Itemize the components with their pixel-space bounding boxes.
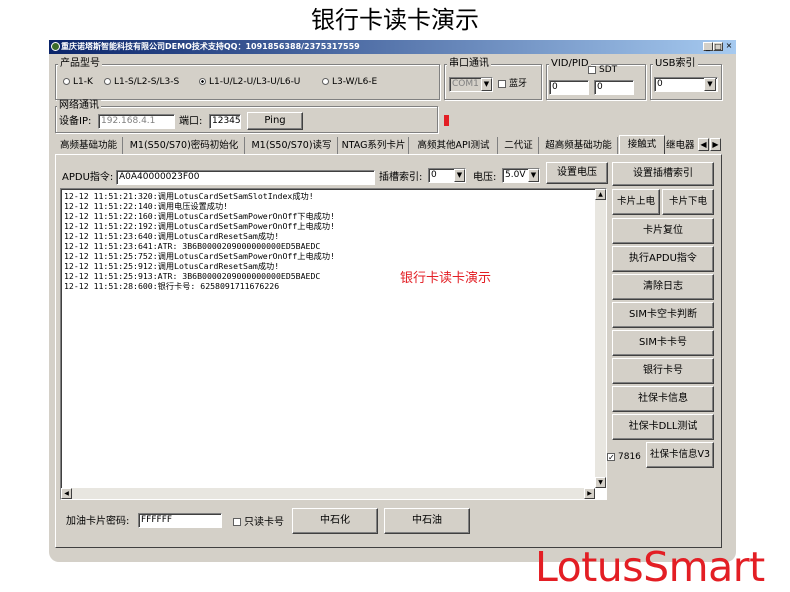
tab-m1-rw[interactable]: M1(S50/S70)读写 xyxy=(246,137,338,154)
tab-relay[interactable]: 继电器 xyxy=(666,137,696,154)
vidpid-label: VID/PID xyxy=(549,58,591,70)
log-line: 12-12 11:51:25:912:调用LotusCardResetSam成功… xyxy=(64,261,280,271)
checkbox-icon xyxy=(588,65,596,74)
apdu-label: APDU指令: xyxy=(62,172,114,183)
model-option-3[interactable]: L1-U/L2-U/L3-U/L6-U xyxy=(199,76,300,88)
log-line: 12-12 11:51:25:752:调用LotusCardSetSamPowe… xyxy=(64,251,335,261)
overlay-caption: 银行卡读卡演示 xyxy=(400,271,492,286)
vertical-scrollbar[interactable] xyxy=(595,189,606,488)
social-card-v3-button[interactable]: 社保卡信息V3 xyxy=(646,442,714,468)
log-line: 12-12 11:51:22:140:调用电压设置成功! xyxy=(64,201,229,211)
scroll-right-icon[interactable]: ▶ xyxy=(584,488,595,499)
port-label: 端口: xyxy=(179,116,203,127)
exec-apdu-button[interactable]: 执行APDU指令 xyxy=(612,246,714,272)
tab-contact[interactable]: 接触式 xyxy=(619,135,665,155)
tab-ntag[interactable]: NTAG系列卡片 xyxy=(339,137,409,154)
minimize-button[interactable]: _ xyxy=(703,42,713,51)
radio-icon xyxy=(63,78,70,85)
voltage-label: 电压: xyxy=(473,172,497,183)
set-voltage-button[interactable]: 设置电压 xyxy=(546,162,608,184)
radio-icon xyxy=(322,78,329,85)
model-option-1[interactable]: L1-K xyxy=(63,76,93,88)
vid-input[interactable]: 0 xyxy=(549,80,589,95)
readonly-checkbox[interactable]: 只读卡号 xyxy=(233,517,284,529)
card-power-on-button[interactable]: 卡片上电 xyxy=(612,189,660,215)
check-7816[interactable]: ✓ 7816 xyxy=(607,451,641,463)
card-reset-button[interactable]: 卡片复位 xyxy=(612,218,714,244)
status-indicator xyxy=(444,115,449,126)
network-label: 网络通讯 xyxy=(57,100,101,112)
window-title: 重庆诺塔斯智能科技有限公司DEMO技术支持QQ：1091856388/23753… xyxy=(49,40,736,54)
tab-uhf[interactable]: 超高频基础功能 xyxy=(540,137,618,154)
sinopec-button[interactable]: 中石化 xyxy=(292,508,378,534)
serial-label: 串口通讯 xyxy=(447,58,491,70)
close-button[interactable]: × xyxy=(724,42,734,51)
sdt-checkbox[interactable]: SDT xyxy=(588,64,617,76)
log-line: 12-12 11:51:22:192:调用LotusCardSetSamPowe… xyxy=(64,221,335,231)
horizontal-scrollbar[interactable] xyxy=(61,488,595,499)
ip-label: 设备IP: xyxy=(59,116,92,127)
chevron-down-icon[interactable]: ▼ xyxy=(528,169,539,182)
product-model-label: 产品型号 xyxy=(58,58,102,70)
social-card-dll-button[interactable]: 社保卡DLL测试 xyxy=(612,414,714,440)
page-title: 银行卡读卡演示 xyxy=(311,6,479,34)
tab-hf-basic[interactable]: 高频基础功能 xyxy=(55,137,123,154)
brand-logo-text: LotusSmart xyxy=(535,543,765,591)
radio-checked-icon xyxy=(199,78,206,85)
chevron-down-icon[interactable]: ▼ xyxy=(454,169,465,182)
log-line: 12-12 11:51:23:640:调用LotusCardResetSam成功… xyxy=(64,231,280,241)
clear-log-button[interactable]: 清除日志 xyxy=(612,274,714,300)
scroll-up-icon[interactable]: ▲ xyxy=(595,189,606,200)
ping-button[interactable]: Ping xyxy=(247,112,303,130)
social-card-info-button[interactable]: 社保卡信息 xyxy=(612,386,714,412)
sim-number-button[interactable]: SIM卡卡号 xyxy=(612,330,714,356)
tab-id-card[interactable]: 二代证 xyxy=(499,137,539,154)
model-option-4[interactable]: L3-W/L6-E xyxy=(322,76,377,88)
log-textarea[interactable]: 12-12 11:51:21:320:调用LotusCardSetSamSlot… xyxy=(60,188,607,500)
port-input[interactable]: 12345 xyxy=(209,114,241,129)
sim-empty-button[interactable]: SIM卡空卡判断 xyxy=(612,302,714,328)
slot-label: 插槽索引: xyxy=(379,172,423,183)
ip-input[interactable]: 192.168.4.1 xyxy=(98,114,175,129)
app-icon xyxy=(51,42,60,51)
fuel-pwd-label: 加油卡片密码: xyxy=(66,516,130,527)
card-power-off-button[interactable]: 卡片下电 xyxy=(662,189,714,215)
maximize-button[interactable]: □ xyxy=(713,42,723,51)
tab-hf-api[interactable]: 高频其他API测试 xyxy=(410,137,498,154)
set-slot-button[interactable]: 设置插槽索引 xyxy=(612,162,714,186)
checkbox-icon xyxy=(233,518,241,526)
bank-card-number-button[interactable]: 银行卡号 xyxy=(612,358,714,384)
bluetooth-checkbox[interactable]: 蓝牙 xyxy=(498,78,527,90)
log-line: 12-12 11:51:23:641:ATR: 3B6B000020900000… xyxy=(64,241,321,251)
fuel-pwd-input[interactable]: FFFFFF xyxy=(138,513,222,528)
log-line: 12-12 11:51:25:913:ATR: 3B6B000020900000… xyxy=(64,271,321,281)
checkbox-icon xyxy=(498,79,506,88)
tab-scroll-right-icon[interactable]: ▶ xyxy=(710,138,721,151)
log-line: 12-12 11:51:21:320:调用LotusCardSetSamSlot… xyxy=(64,191,314,201)
tab-m1-init[interactable]: M1(S50/S70)密码初始化 xyxy=(124,137,245,154)
scroll-down-icon[interactable]: ▼ xyxy=(595,477,606,488)
log-line: 12-12 11:51:22:160:调用LotusCardSetSamPowe… xyxy=(64,211,335,221)
chevron-down-icon[interactable]: ▼ xyxy=(481,78,492,91)
scroll-left-icon[interactable]: ◀ xyxy=(61,488,72,499)
checkbox-checked-icon: ✓ xyxy=(607,452,615,462)
radio-icon xyxy=(104,78,111,85)
chevron-down-icon[interactable]: ▼ xyxy=(704,78,716,91)
pid-input[interactable]: 0 xyxy=(594,80,634,95)
tab-scroll-left-icon[interactable]: ◀ xyxy=(698,138,709,151)
petrochina-button[interactable]: 中石油 xyxy=(384,508,470,534)
usb-label: USB索引 xyxy=(653,58,698,70)
model-option-2[interactable]: L1-S/L2-S/L3-S xyxy=(104,76,179,88)
log-line: 12-12 11:51:28:600:银行卡号: 625809171167622… xyxy=(64,281,280,291)
apdu-input[interactable]: A0A40000023F00 xyxy=(116,170,375,185)
